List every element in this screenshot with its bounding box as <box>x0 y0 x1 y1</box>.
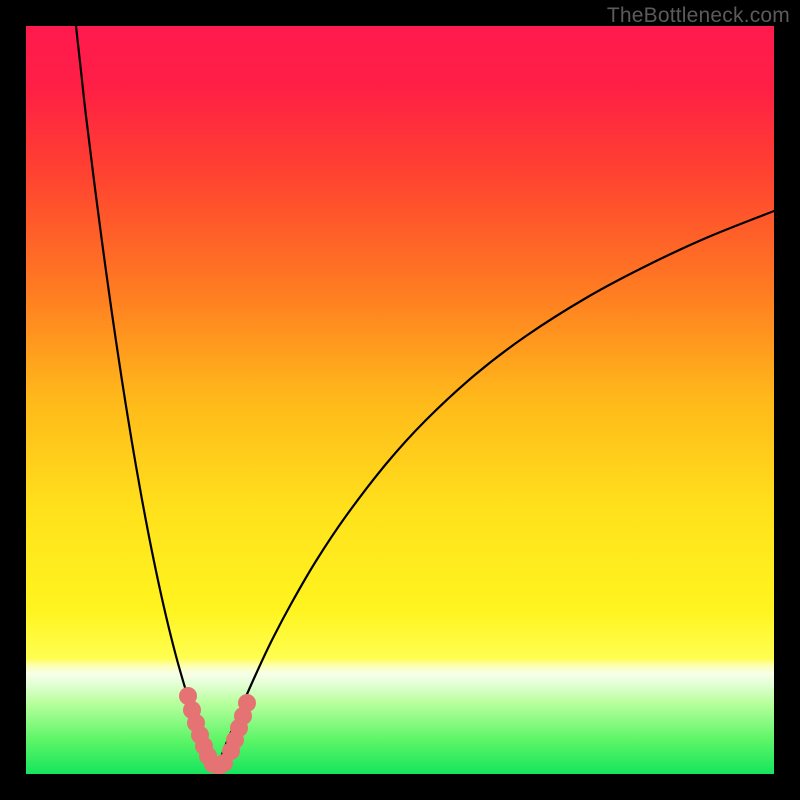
watermark-text: TheBottleneck.com <box>607 4 790 28</box>
highlight-dot <box>238 694 256 712</box>
plot-area <box>26 26 774 774</box>
curve-layer <box>26 26 774 774</box>
curve-left-branch <box>76 26 216 768</box>
chart-stage: TheBottleneck.com <box>0 0 800 800</box>
curve-right-branch <box>216 211 774 768</box>
